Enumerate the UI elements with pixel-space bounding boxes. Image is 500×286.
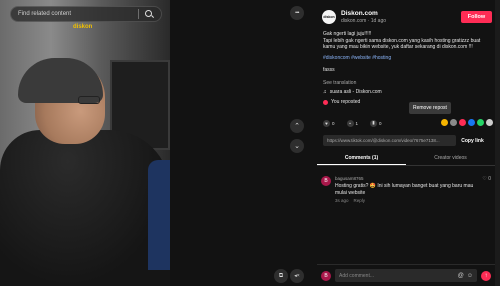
comment-like[interactable]: ♡ 0 <box>482 176 491 203</box>
emoji-icon[interactable]: ☺ <box>467 273 473 279</box>
comment-time: 3s ago <box>335 198 349 203</box>
comment-item: B bagusam8765 Hosting gratis? 🤩 Ini sih … <box>321 176 491 203</box>
action-bar: ♥ 0 • 1 ▮ 0 <box>323 118 493 128</box>
embed-share-icon[interactable] <box>450 119 457 126</box>
description-line-2: Tapi lebih gak ngerti sama diskon.com ya… <box>323 37 481 51</box>
add-comment-placeholder: Add comment... <box>339 272 375 279</box>
comment-like-count: 0 <box>488 176 491 182</box>
author-row: diskon Diskon.com diskon.com · 1d ago Fo… <box>322 7 492 27</box>
like-action[interactable]: ♥ 0 <box>323 119 335 127</box>
reply-button[interactable]: Reply <box>354 198 366 203</box>
panel-tabs: Comments (1) Creator videos <box>317 152 495 166</box>
repost-status: You reposted <box>323 99 360 105</box>
next-video-button[interactable]: ⌄ <box>290 139 304 153</box>
send-share-icon[interactable] <box>459 119 466 126</box>
video-player[interactable]: diskon Find related content <box>0 0 170 286</box>
comment-count: 1 <box>355 120 359 126</box>
bookmark-icon[interactable]: ▮ <box>370 119 378 127</box>
save-action[interactable]: ▮ 0 <box>370 119 382 127</box>
remove-repost-tooltip[interactable]: Remove repost <box>409 102 451 114</box>
music-note-icon: ♫ <box>323 89 327 95</box>
person-body <box>0 130 170 286</box>
facebook-share-icon[interactable] <box>468 119 475 126</box>
copy-link-button[interactable]: Copy link <box>456 138 489 144</box>
link-row: https://www.tiktok.com/@diskon.com/video… <box>323 135 489 146</box>
author-name[interactable]: Diskon.com <box>341 10 461 17</box>
comment-action[interactable]: • 1 <box>346 119 359 127</box>
add-comment-input[interactable]: Add comment... @ ☺ <box>335 269 477 282</box>
author-handle-time: diskon.com · 1d ago <box>341 18 387 24</box>
commenter-username[interactable]: bagusam8765 <box>335 176 478 181</box>
current-user-avatar: B <box>321 270 331 281</box>
comment-footer: 3s ago Reply <box>335 198 478 203</box>
repost-share-icon[interactable] <box>441 119 448 126</box>
see-translation-link[interactable]: See translation <box>323 80 356 86</box>
search-placeholder: Find related content <box>18 11 72 17</box>
tab-comments[interactable]: Comments (1) <box>317 152 406 165</box>
search-icon[interactable] <box>144 9 154 19</box>
more-share-icon[interactable] <box>486 119 493 126</box>
share-icons <box>441 119 493 126</box>
whatsapp-share-icon[interactable] <box>477 119 484 126</box>
heart-icon[interactable]: ♥ <box>323 119 330 127</box>
page-scrollbar[interactable] <box>495 0 500 286</box>
follow-button[interactable]: Follow <box>461 11 492 23</box>
background-person <box>148 160 170 270</box>
add-comment-bar: B Add comment... @ ☺ ↑ <box>317 264 495 286</box>
heart-outline-icon[interactable]: ♡ <box>482 176 486 182</box>
sound-link[interactable]: ♫ suara asli - Diskon.com <box>323 89 382 95</box>
like-count: 0 <box>332 120 335 126</box>
previous-video-button[interactable]: ⌃ <box>290 119 304 133</box>
video-link-field[interactable]: https://www.tiktok.com/@diskon.com/video… <box>323 135 456 146</box>
commenter-avatar[interactable]: B <box>321 176 331 186</box>
more-options-button[interactable]: ••• <box>290 6 304 20</box>
tab-creator-videos[interactable]: Creator videos <box>406 152 495 165</box>
person-glasses <box>78 96 100 104</box>
post-extra-text: fasss <box>323 67 335 73</box>
mention-icon[interactable]: @ <box>458 273 464 279</box>
video-watermark: diskon <box>73 24 93 30</box>
search-bar[interactable]: Find related content <box>10 6 162 22</box>
comment-text: Hosting gratis? 🤩 Ini sih lumayan banget… <box>335 183 474 196</box>
details-panel: diskon Diskon.com diskon.com · 1d ago Fo… <box>317 0 495 286</box>
comment-icon[interactable]: • <box>346 119 354 127</box>
save-count: 0 <box>379 120 382 126</box>
author-avatar[interactable]: diskon <box>322 10 336 24</box>
mute-icon[interactable]: ◂× <box>290 269 304 283</box>
sound-label: suara asli - Diskon.com <box>329 89 382 95</box>
post-hashtags[interactable]: #diskoncom #website #hosting <box>323 55 391 61</box>
post-description: Gak ngerti lagi juju!!!!! Tapi lebih gak… <box>323 31 491 51</box>
repost-label: You reposted <box>331 99 361 105</box>
search-divider <box>138 9 139 19</box>
picture-in-picture-icon[interactable]: ⧉ <box>274 269 288 283</box>
repost-icon <box>323 99 328 105</box>
post-comment-button[interactable]: ↑ <box>481 270 491 281</box>
